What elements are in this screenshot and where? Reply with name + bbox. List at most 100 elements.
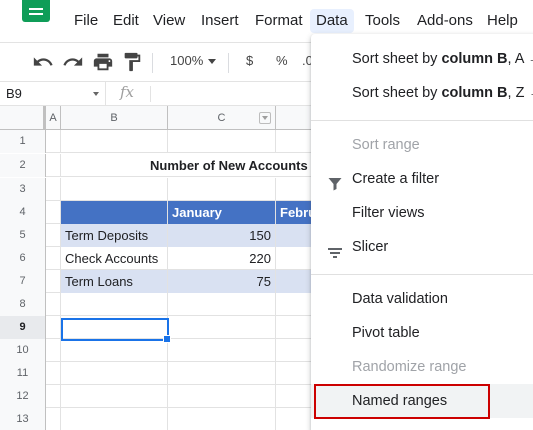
cell[interactable] xyxy=(168,362,276,385)
toolbar-divider xyxy=(152,53,153,73)
menu-file[interactable]: File xyxy=(74,11,98,31)
row-header[interactable]: 6 xyxy=(0,247,46,270)
cell[interactable] xyxy=(168,130,276,153)
table-title[interactable]: Number of New Accounts xyxy=(120,154,320,177)
menu-item-label: Randomize range xyxy=(352,359,467,375)
fx-icon: fx xyxy=(120,83,135,101)
menu-item-sort-sheet-desc[interactable]: Sort sheet by column B, Z → xyxy=(311,76,533,110)
column-header-a[interactable]: A xyxy=(46,106,61,130)
cell[interactable] xyxy=(46,316,61,339)
menu-item-pivot-table[interactable]: Pivot table xyxy=(311,316,533,350)
cell[interactable] xyxy=(61,362,168,385)
row-header[interactable]: 7 xyxy=(0,270,46,293)
menu-divider xyxy=(311,274,533,275)
cell[interactable] xyxy=(46,247,61,270)
cell[interactable] xyxy=(46,293,61,316)
column-header-b[interactable]: B xyxy=(61,106,168,130)
row-header[interactable]: 8 xyxy=(0,293,46,316)
menu-item-randomize-range: Randomize range xyxy=(311,350,533,384)
menu-item-label: Slicer xyxy=(352,239,389,255)
cell[interactable] xyxy=(46,130,61,153)
cell[interactable] xyxy=(168,339,276,362)
cell[interactable] xyxy=(168,385,276,408)
cell[interactable] xyxy=(168,293,276,316)
label-cell[interactable]: Term Loans xyxy=(61,270,168,293)
cell[interactable] xyxy=(46,201,61,224)
menu-item-data-validation[interactable]: Data validation xyxy=(311,282,533,316)
cell[interactable] xyxy=(46,362,61,385)
header-cell-january[interactable]: January xyxy=(168,201,276,224)
menu-item-label: Sort range xyxy=(352,137,420,153)
paint-format-icon[interactable] xyxy=(121,51,143,73)
row-header[interactable]: 4 xyxy=(0,201,46,224)
sheets-logo-icon[interactable] xyxy=(22,0,50,22)
menu-format[interactable]: Format xyxy=(255,11,303,31)
menu-help[interactable]: Help xyxy=(487,11,518,31)
row-header[interactable]: 11 xyxy=(0,362,46,385)
menu-item-sort-range: Sort range xyxy=(311,128,533,162)
cell[interactable] xyxy=(61,339,168,362)
zoom-select[interactable]: 100% xyxy=(170,53,203,68)
currency-format-button[interactable]: $ xyxy=(246,53,253,68)
menu-item-slicer[interactable]: Slicer xyxy=(311,230,533,264)
cell[interactable] xyxy=(46,154,61,177)
cell[interactable] xyxy=(61,385,168,408)
value-cell[interactable]: 75 xyxy=(168,270,276,293)
menu-item-label: Sort sheet by column B, Z → xyxy=(352,85,533,101)
row-header[interactable]: 13 xyxy=(0,408,46,430)
menu-item-label: Create a filter xyxy=(352,171,440,187)
slicer-icon xyxy=(327,239,343,258)
cell[interactable] xyxy=(61,408,168,430)
cell[interactable] xyxy=(168,316,276,339)
zoom-dropdown-icon[interactable] xyxy=(208,59,216,64)
cell[interactable] xyxy=(61,178,168,201)
cell[interactable] xyxy=(61,293,168,316)
row-header[interactable]: 2 xyxy=(0,154,46,177)
select-all-corner[interactable] xyxy=(0,106,46,130)
menu-item-label: Filter views xyxy=(352,205,425,221)
percent-format-button[interactable]: % xyxy=(276,53,288,68)
name-box[interactable]: B9 xyxy=(0,82,106,106)
cell[interactable] xyxy=(46,178,61,201)
redo-icon[interactable] xyxy=(62,51,84,73)
name-box-dropdown-icon[interactable] xyxy=(93,92,99,96)
value-cell[interactable]: 220 xyxy=(168,247,276,270)
menu-add-ons[interactable]: Add-ons xyxy=(417,11,473,31)
cell[interactable] xyxy=(46,408,61,430)
cell[interactable] xyxy=(46,339,61,362)
cell[interactable] xyxy=(61,130,168,153)
cell[interactable] xyxy=(168,408,276,430)
menu-data[interactable]: Data xyxy=(310,9,354,33)
row-header[interactable]: 3 xyxy=(0,178,46,201)
menu-item-create-filter[interactable]: Create a filter xyxy=(311,162,533,196)
cell[interactable] xyxy=(168,178,276,201)
menu-tools[interactable]: Tools xyxy=(365,11,400,31)
row-header[interactable]: 12 xyxy=(0,385,46,408)
menu-item-sort-sheet-asc[interactable]: Sort sheet by column B, A → xyxy=(311,42,533,76)
menu-divider xyxy=(311,120,533,121)
name-box-value: B9 xyxy=(6,86,22,101)
row-header-active[interactable]: 9 xyxy=(0,316,46,339)
row-header[interactable]: 5 xyxy=(0,224,46,247)
highlight-annotation-box xyxy=(314,384,490,419)
menu-edit[interactable]: Edit xyxy=(113,11,139,31)
menu-item-label: Data validation xyxy=(352,291,448,307)
toolbar-divider xyxy=(228,53,229,73)
cell[interactable] xyxy=(46,385,61,408)
label-cell[interactable]: Term Deposits xyxy=(61,224,168,247)
menu-view[interactable]: View xyxy=(153,11,185,31)
cell[interactable] xyxy=(46,270,61,293)
undo-icon[interactable] xyxy=(32,51,54,73)
row-header[interactable]: 1 xyxy=(0,130,46,153)
label-cell[interactable]: Check Accounts xyxy=(61,247,168,270)
menu-item-filter-views[interactable]: Filter views xyxy=(311,196,533,230)
value-cell[interactable]: 150 xyxy=(168,224,276,247)
header-cell[interactable] xyxy=(61,201,168,224)
row-header[interactable]: 10 xyxy=(0,339,46,362)
column-header-c[interactable]: C xyxy=(168,106,276,130)
menu-insert[interactable]: Insert xyxy=(201,11,239,31)
filter-dropdown-icon[interactable] xyxy=(259,112,271,124)
selected-cell[interactable] xyxy=(61,316,168,339)
cell[interactable] xyxy=(46,224,61,247)
print-icon[interactable] xyxy=(92,51,114,73)
